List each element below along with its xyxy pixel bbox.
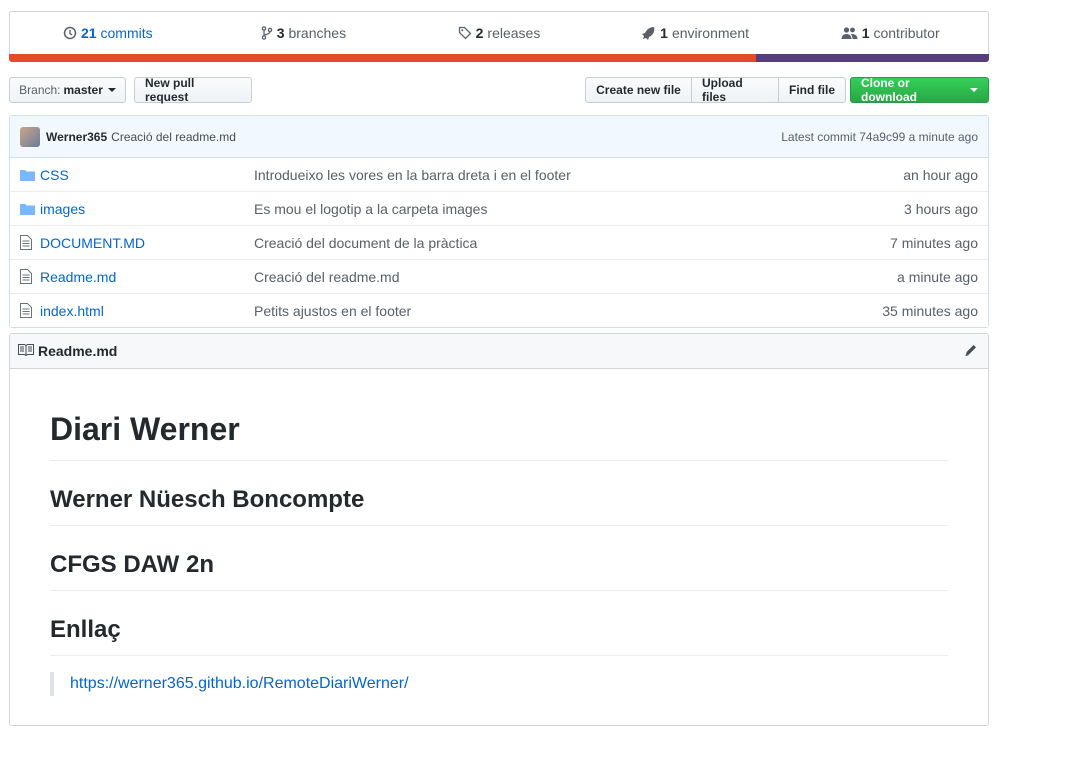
file-name-link[interactable]: Readme.md [40, 269, 254, 285]
file-text-icon [20, 235, 36, 250]
readme-filename: Readme.md [38, 343, 118, 359]
file-commit-message[interactable]: Introdueixo les vores en la barra dreta … [254, 167, 903, 183]
commits-link[interactable]: 21 commits [10, 12, 206, 54]
file-row: DOCUMENT.MD Creació del document de la p… [10, 225, 988, 259]
readme-panel: Readme.md Diari Werner Werner Nüesch Bon… [9, 333, 989, 726]
pencil-icon[interactable] [964, 343, 978, 360]
file-age: a minute ago [897, 268, 978, 285]
clone-or-download-button[interactable]: Clone or download [850, 76, 989, 104]
new-pull-request-button[interactable]: New pull request [134, 76, 252, 104]
file-row: index.html Petits ajustos en el footer 3… [10, 293, 988, 327]
folder-icon [20, 203, 36, 215]
environment-label: environment [671, 25, 749, 41]
latest-commit-info[interactable]: Latest commit 74a9c99 a minute ago [781, 130, 978, 144]
commit-message[interactable]: Creació del readme.md [111, 130, 236, 144]
releases-link[interactable]: 2 releases [401, 12, 597, 54]
readme-header: Readme.md [10, 334, 988, 369]
language-bar[interactable] [9, 54, 989, 62]
file-name-link[interactable]: DOCUMENT.MD [40, 235, 254, 251]
file-age: an hour ago [903, 166, 978, 183]
commits-count: 21 [80, 25, 97, 41]
contributors-count: 1 [861, 25, 870, 41]
branches-count: 3 [276, 25, 285, 41]
file-age: 35 minutes ago [882, 302, 978, 319]
file-commit-message[interactable]: Es mou el logotip a la carpeta images [254, 201, 904, 217]
file-age: 3 hours ago [904, 200, 978, 217]
upload-files-button[interactable]: Upload files [691, 76, 779, 104]
create-new-file-button[interactable]: Create new file [585, 77, 692, 103]
clone-or-download-label: Clone or download [861, 76, 917, 104]
commits-label: commits [100, 25, 153, 41]
repository-content: 21 commits 3 branches 2 releases 1 envir… [9, 11, 989, 726]
people-icon [841, 26, 858, 40]
file-list: CSS Introdueixo les vores en la barra dr… [10, 158, 988, 327]
commit-author[interactable]: Werner365 [46, 130, 107, 144]
file-text-icon [20, 269, 36, 284]
history-icon [63, 26, 77, 40]
language-bar-segment[interactable] [9, 54, 756, 62]
tag-icon [458, 26, 472, 40]
file-commit-message[interactable]: Creació del readme.md [254, 269, 897, 285]
environment-count: 1 [660, 25, 668, 41]
file-row: CSS Introdueixo les vores en la barra dr… [10, 158, 988, 191]
readme-title: Diari Werner [50, 409, 948, 461]
caret-down-icon [970, 88, 978, 92]
file-row: images Es mou el logotip a la carpeta im… [10, 191, 988, 225]
repo-summary-bar: 21 commits 3 branches 2 releases 1 envir… [9, 11, 989, 54]
environment-link[interactable]: 1 environment [597, 12, 793, 54]
file-commit-message[interactable]: Creació del document de la pràctica [254, 235, 890, 251]
folder-icon [20, 169, 36, 181]
file-commit-message[interactable]: Petits ajustos en el footer [254, 303, 882, 319]
file-name-link[interactable]: CSS [40, 167, 254, 183]
caret-down-icon [107, 88, 116, 92]
branches-label: branches [288, 25, 347, 41]
readme-blockquote: https://werner365.github.io/RemoteDiariW… [50, 672, 948, 696]
readme-link[interactable]: https://werner365.github.io/RemoteDiariW… [70, 675, 409, 692]
contributors-link[interactable]: 1 contributor [792, 12, 988, 54]
file-text-icon [20, 303, 36, 318]
readme-course-heading: CFGS DAW 2n [50, 550, 948, 591]
readme-author-heading: Werner Nüesch Boncompte [50, 485, 948, 526]
git-branch-icon [261, 26, 273, 40]
branches-link[interactable]: 3 branches [206, 12, 402, 54]
readme-content: Diari Werner Werner Nüesch Boncompte CFG… [50, 369, 948, 696]
file-age: 7 minutes ago [890, 234, 978, 251]
avatar[interactable] [20, 126, 40, 147]
rocket-icon [640, 26, 656, 40]
branch-select-button[interactable]: Branch: master [9, 77, 126, 103]
branch-prefix: Branch: [19, 83, 61, 97]
contributors-label: contributor [873, 25, 940, 41]
branch-name: master [63, 83, 103, 97]
readme-link-heading: Enllaç [50, 615, 948, 656]
latest-commit-bar: Werner365 Creació del readme.md Latest c… [10, 116, 988, 158]
file-row: Readme.md Creació del readme.md a minute… [10, 259, 988, 293]
language-bar-segment[interactable] [755, 54, 989, 62]
file-name-link[interactable]: images [40, 201, 254, 217]
book-icon [18, 343, 34, 359]
releases-count: 2 [475, 25, 484, 41]
find-file-button[interactable]: Find file [778, 77, 846, 103]
file-name-link[interactable]: index.html [40, 303, 254, 319]
file-navigation-toolbar: Branch: master New pull request Create n… [9, 76, 989, 105]
releases-label: releases [487, 25, 541, 41]
file-table: Werner365 Creació del readme.md Latest c… [9, 115, 989, 328]
